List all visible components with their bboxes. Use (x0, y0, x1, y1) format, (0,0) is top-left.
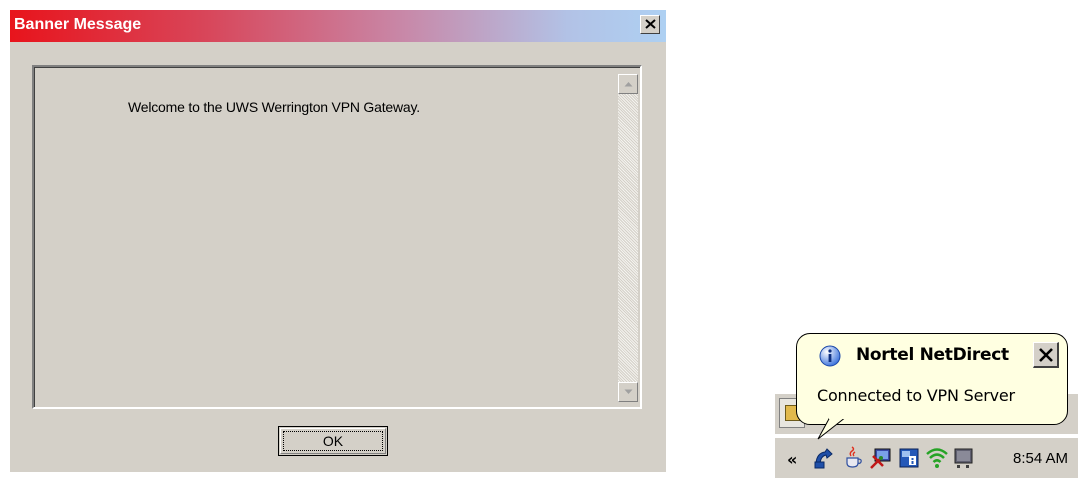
banner-text-area[interactable]: Welcome to the UWS Werrington VPN Gatewa… (32, 65, 642, 409)
info-icon (819, 345, 841, 367)
tray-clock[interactable]: 8:54 AM (1013, 450, 1068, 467)
close-icon (1039, 348, 1053, 362)
balloon-close-button[interactable] (1033, 342, 1059, 368)
close-icon (645, 19, 656, 29)
notification-balloon[interactable]: Nortel NetDirect Connected to VPN Server (796, 333, 1068, 425)
arrow-up-icon (624, 82, 633, 87)
java-icon[interactable] (841, 446, 865, 470)
wireless-icon[interactable] (925, 446, 949, 470)
scroll-up-button[interactable] (618, 74, 638, 94)
scroll-down-button[interactable] (618, 382, 638, 402)
balloon-tail (817, 417, 847, 440)
dialog-title: Banner Message (14, 16, 142, 33)
banner-message-text: Welcome to the UWS Werrington VPN Gatewa… (128, 99, 420, 115)
ok-button-label: OK (322, 433, 344, 449)
balloon-message: Connected to VPN Server (817, 386, 1015, 405)
balloon-title: Nortel NetDirect (856, 345, 1009, 365)
nortel-netdirect-icon[interactable] (813, 446, 837, 470)
dialog-close-button[interactable] (640, 15, 660, 34)
dialog-titlebar[interactable]: Banner Message (10, 10, 666, 42)
vertical-scrollbar[interactable] (618, 74, 638, 402)
system-tray: « 8:54 AM (775, 437, 1078, 478)
arrow-down-icon (624, 389, 633, 394)
banner-message-dialog: Banner Message Welcome to the UWS Werrin… (10, 10, 666, 472)
ok-button[interactable]: OK (278, 426, 388, 456)
show-hidden-icons-chevron[interactable]: « (787, 450, 797, 469)
banner-text-area-inner: Welcome to the UWS Werrington VPN Gatewa… (34, 67, 640, 407)
info-card-icon[interactable] (897, 446, 921, 470)
monitor-icon[interactable] (953, 446, 977, 470)
network-tool-icon[interactable] (869, 446, 893, 470)
